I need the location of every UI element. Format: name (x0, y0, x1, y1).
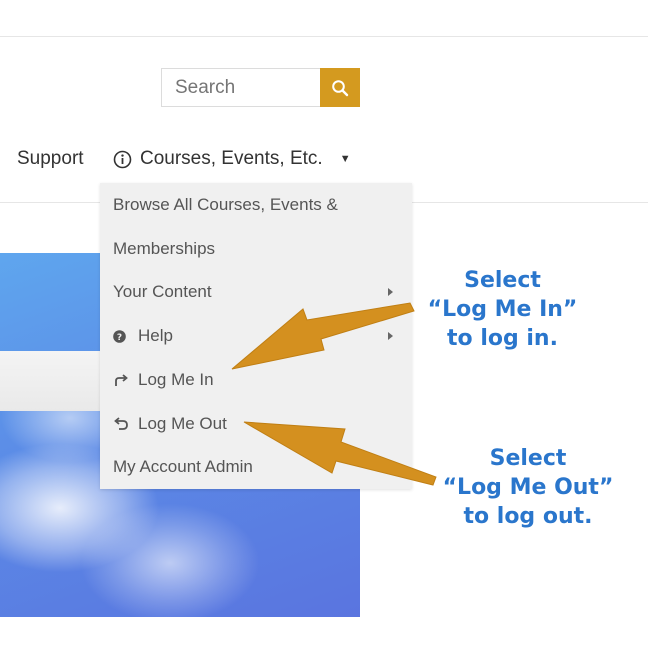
arrow-to-log-me-in (231, 302, 415, 370)
callout-log-in: Select “Log Me In” to log in. (420, 266, 585, 353)
callout-line: Select (489, 446, 567, 471)
callout-line: “Log Me Out” (442, 475, 614, 500)
callout-line: “Log Me In” (427, 297, 578, 322)
callout-line: to log out. (463, 504, 593, 529)
arrow-to-log-me-out (243, 421, 437, 486)
callout-log-out: Select “Log Me Out” to log out. (437, 444, 619, 531)
callout-line: to log in. (447, 326, 558, 351)
callout-line: Select (464, 268, 541, 293)
